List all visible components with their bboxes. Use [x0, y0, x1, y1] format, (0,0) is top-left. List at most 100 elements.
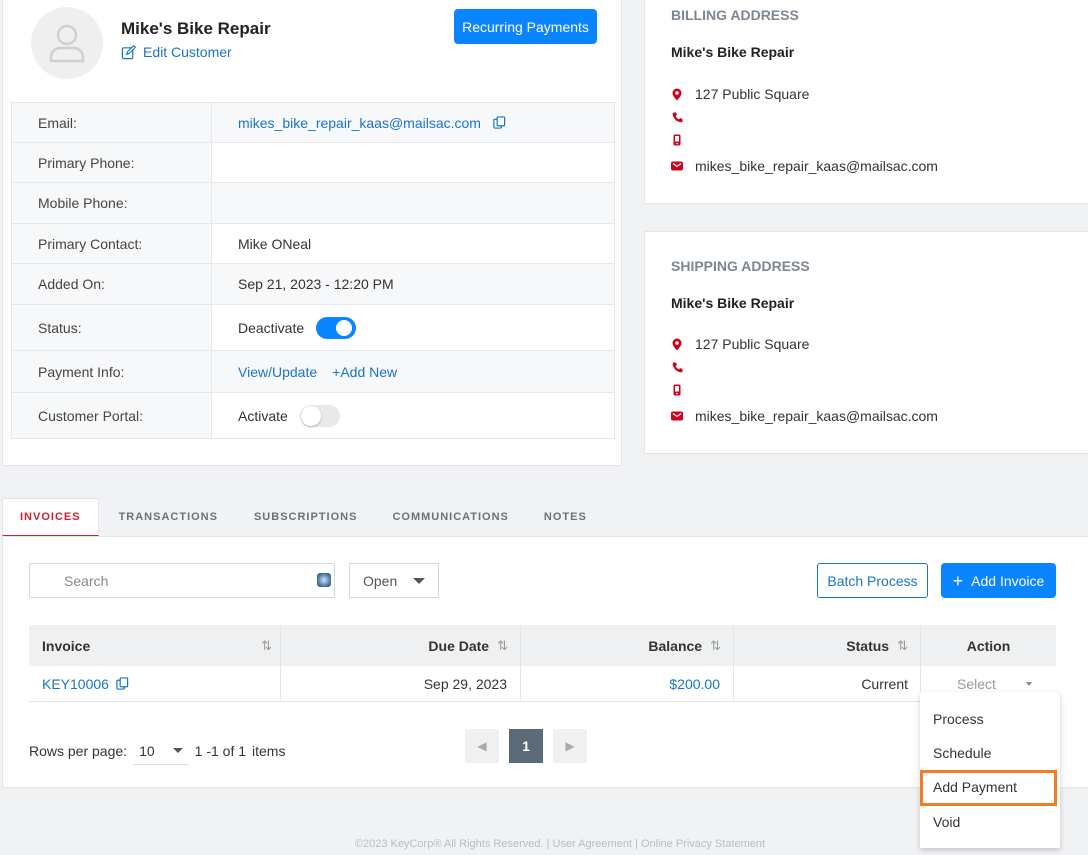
search-icon[interactable]: [317, 573, 331, 587]
tab-subscriptions[interactable]: SUBSCRIPTIONS: [235, 498, 374, 536]
balance-cell[interactable]: $200.00: [521, 666, 734, 701]
shipping-address-card: SHIPPING ADDRESS Mike's Bike Repair 127 …: [644, 231, 1088, 454]
mobile-icon: [673, 134, 681, 146]
portal-toggle[interactable]: [299, 404, 340, 427]
added-on-label: Added On:: [12, 264, 212, 304]
customer-card: Mike's Bike Repair Edit Customer Recurri…: [2, 0, 622, 466]
status-label: Status:: [12, 305, 212, 350]
status-toggle[interactable]: [316, 316, 357, 339]
copy-icon[interactable]: [116, 677, 129, 690]
status-action-label: Deactivate: [238, 319, 305, 336]
sort-icon[interactable]: ⇅: [897, 638, 908, 654]
customer-portal-label: Customer Portal:: [12, 393, 212, 438]
info-row-status: Status: Deactivate: [12, 305, 614, 351]
footer: ©2023 KeyCorp® All Rights Reserved. | Us…: [354, 838, 766, 850]
billing-address-card: BILLING ADDRESS Mike's Bike Repair 127 P…: [644, 0, 1088, 204]
mobile-phone-label: Mobile Phone:: [12, 183, 212, 223]
avatar: [31, 7, 103, 79]
shipping-email: mikes_bike_repair_kaas@mailsac.com: [695, 408, 938, 424]
billing-street: 127 Public Square: [695, 86, 810, 102]
mail-icon: [671, 161, 683, 171]
billing-email-line: mikes_bike_repair_kaas@mailsac.com: [671, 158, 938, 174]
billing-street-line: 127 Public Square: [671, 86, 809, 102]
add-invoice-button[interactable]: + Add Invoice: [941, 563, 1056, 598]
invoice-table-header: Invoice ⇅ Due Date ⇅ Balance ⇅ Status ⇅ Acti…: [29, 625, 1056, 666]
column-action: Action: [966, 637, 1011, 654]
copy-icon[interactable]: [493, 116, 506, 129]
page-button[interactable]: 1: [509, 729, 543, 763]
shipping-name: Mike's Bike Repair: [671, 295, 795, 311]
status-cell: Current: [734, 666, 921, 701]
action-select[interactable]: Select: [945, 676, 1032, 692]
view-update-link[interactable]: View/Update: [238, 364, 317, 380]
column-status[interactable]: Status ⇅: [734, 625, 921, 666]
shipping-phone-line: [671, 359, 695, 375]
rows-per-page-label: Rows per page:: [29, 743, 128, 759]
column-due-date[interactable]: Due Date ⇅: [281, 625, 521, 666]
email-label: Email:: [12, 103, 212, 142]
info-row-payment-info: Payment Info: View/Update +Add New: [12, 351, 614, 393]
next-page-icon[interactable]: ▶: [553, 729, 587, 763]
portal-action-label: Activate: [238, 407, 288, 424]
billing-phone-line: [671, 109, 695, 125]
mail-icon: [671, 411, 683, 421]
mobile-icon: [673, 384, 681, 396]
billing-name: Mike's Bike Repair: [671, 44, 795, 60]
items-label: items: [252, 743, 286, 759]
search-placeholder: Search: [64, 572, 109, 589]
sort-icon[interactable]: ⇅: [497, 638, 508, 654]
search-input[interactable]: Search: [29, 563, 335, 598]
tab-invoices[interactable]: INVOICES: [2, 498, 99, 536]
tab-transactions[interactable]: TRANSACTIONS: [99, 498, 235, 536]
pagination: ◀ 1 ▶: [465, 729, 587, 763]
tab-communications[interactable]: COMMUNICATIONS: [374, 498, 525, 536]
status-filter-value: Open: [363, 572, 398, 589]
primary-contact-label: Primary Contact:: [12, 224, 212, 263]
email-link[interactable]: mikes_bike_repair_kaas@mailsac.com: [238, 115, 481, 131]
menu-item-schedule[interactable]: Schedule: [933, 745, 991, 761]
menu-item-add-payment[interactable]: Add Payment: [933, 779, 1017, 795]
menu-item-void[interactable]: Void: [933, 814, 960, 830]
added-on-value: Sep 21, 2023 - 12:20 PM: [212, 264, 614, 304]
sort-icon[interactable]: ⇅: [261, 638, 272, 654]
location-pin-icon: [672, 88, 682, 100]
invoice-number-link[interactable]: KEY10006: [42, 676, 109, 692]
phone-icon: [672, 112, 682, 122]
tab-bar: INVOICES TRANSACTIONS SUBSCRIPTIONS COMM…: [2, 498, 604, 536]
edit-customer-link[interactable]: Edit Customer: [121, 44, 232, 60]
rows-range: 1 -1 of 1: [194, 743, 247, 759]
edit-customer-label: Edit Customer: [143, 44, 232, 60]
rows-per-page-select[interactable]: 10: [133, 737, 189, 765]
table-row: KEY10006 Sep 29, 2023 $200.00 Current Se…: [29, 666, 1056, 702]
mobile-phone-value: [212, 183, 614, 223]
chevron-down-icon: [172, 748, 183, 753]
plus-icon: +: [952, 570, 964, 591]
rows-per-page: Rows per page: 10 1 -1 of 1 items: [29, 737, 285, 765]
column-invoice[interactable]: Invoice ⇅: [29, 625, 281, 666]
add-new-link[interactable]: +Add New: [332, 364, 397, 380]
tab-notes[interactable]: NOTES: [526, 498, 604, 536]
prev-page-icon[interactable]: ◀: [465, 729, 499, 763]
batch-process-button[interactable]: Batch Process: [817, 563, 928, 598]
recurring-payments-button[interactable]: Recurring Payments: [454, 9, 597, 44]
info-row-mobile-phone: Mobile Phone:: [12, 183, 614, 224]
customer-info-table: Email: mikes_bike_repair_kaas@mailsac.co…: [11, 102, 615, 439]
chevron-down-icon: [413, 578, 425, 584]
menu-item-process[interactable]: Process: [933, 711, 984, 727]
billing-email: mikes_bike_repair_kaas@mailsac.com: [695, 158, 938, 174]
info-row-primary-phone: Primary Phone:: [12, 143, 614, 183]
column-balance[interactable]: Balance ⇅: [521, 625, 734, 666]
info-row-added-on: Added On: Sep 21, 2023 - 12:20 PM: [12, 264, 614, 305]
shipping-email-line: mikes_bike_repair_kaas@mailsac.com: [671, 408, 938, 424]
primary-phone-label: Primary Phone:: [12, 143, 212, 182]
shipping-title: SHIPPING ADDRESS: [671, 258, 810, 274]
add-invoice-label: Add Invoice: [971, 572, 1045, 589]
primary-contact-value: Mike ONeal: [212, 224, 614, 263]
primary-phone-value: [212, 143, 614, 182]
user-icon: [49, 24, 85, 63]
sort-icon[interactable]: ⇅: [710, 638, 721, 654]
status-filter-select[interactable]: Open: [349, 563, 439, 598]
due-date-cell: Sep 29, 2023: [281, 666, 521, 701]
chevron-down-icon: [1025, 681, 1032, 686]
billing-title: BILLING ADDRESS: [671, 7, 799, 23]
